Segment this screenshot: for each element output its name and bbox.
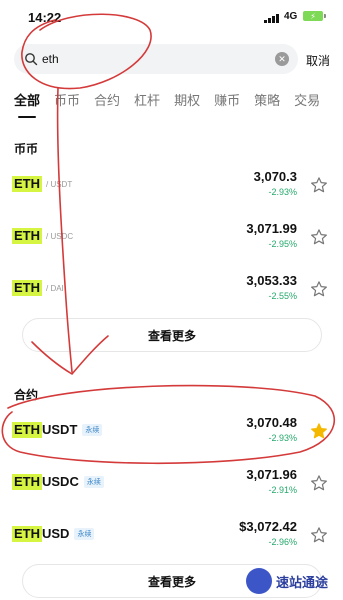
market-row[interactable]: ETH USD 永续 $3,072.42 -2.96% <box>0 514 343 558</box>
status-time: 14:22 <box>28 10 62 25</box>
market-row[interactable]: ETH USDC 永续 3,071.96 -2.91% <box>0 462 343 506</box>
price: 3,053.33 <box>246 273 297 288</box>
symbol-base: ETH <box>12 422 42 438</box>
clear-icon[interactable]: ✕ <box>275 52 289 66</box>
search-icon <box>25 53 38 66</box>
price: 3,071.96 <box>246 467 297 482</box>
price-change: -2.91% <box>268 485 297 495</box>
perpetual-badge: 永续 <box>74 528 95 540</box>
tab-trade[interactable]: 交易 <box>294 90 320 118</box>
price-change: -2.93% <box>268 433 297 443</box>
search-input[interactable] <box>42 49 262 69</box>
price-change: -2.96% <box>268 537 297 547</box>
price-change: -2.55% <box>268 291 297 301</box>
watermark: 速站通途 <box>246 568 328 594</box>
network-type: 4G <box>284 11 298 22</box>
symbol-base: ETH <box>12 228 42 244</box>
price: 3,070.3 <box>253 169 297 184</box>
symbol-base: ETH <box>12 526 42 542</box>
market-row[interactable]: ETH / USDT 3,070.3 -2.93% <box>0 164 343 208</box>
section-title-futures: 合约 <box>14 388 39 402</box>
symbol-quote: / DAI <box>46 283 64 293</box>
watermark-logo-icon <box>246 568 272 594</box>
status-bar: 14:22 4G ⚡ <box>0 0 343 36</box>
price-change: -2.95% <box>268 239 297 249</box>
star-icon[interactable] <box>310 422 328 440</box>
tab-strategy[interactable]: 策略 <box>254 90 280 118</box>
category-tabs: 全部 币币 合约 杠杆 期权 赚币 策略 交易 <box>0 90 343 118</box>
tab-earn[interactable]: 赚币 <box>214 90 240 118</box>
tab-spot[interactable]: 币币 <box>54 90 80 118</box>
tab-all[interactable]: 全部 <box>14 90 40 118</box>
symbol-base: ETH <box>12 474 42 490</box>
price: $3,072.42 <box>239 519 297 534</box>
price-change: -2.93% <box>268 187 297 197</box>
symbol-quote: USDT <box>42 422 78 437</box>
price: 3,071.99 <box>246 221 297 236</box>
symbol-quote: / USDT <box>46 179 73 189</box>
star-icon[interactable] <box>310 176 328 194</box>
search-bar[interactable]: ✕ <box>14 44 298 74</box>
market-row[interactable]: ETH USDT 永续 3,070.48 -2.93% <box>0 410 343 454</box>
view-more-spot-button[interactable]: 查看更多 <box>22 318 322 352</box>
battery-icon: ⚡ <box>303 11 326 21</box>
tab-futures[interactable]: 合约 <box>94 90 120 118</box>
perpetual-badge: 永续 <box>83 476 104 488</box>
market-row[interactable]: ETH / DAI 3,053.33 -2.55% <box>0 268 343 312</box>
star-icon[interactable] <box>310 526 328 544</box>
tab-options[interactable]: 期权 <box>174 90 200 118</box>
market-row[interactable]: ETH / USDC 3,071.99 -2.95% <box>0 216 343 260</box>
signal-icon <box>264 13 279 23</box>
symbol-quote: USDC <box>42 474 79 489</box>
star-icon[interactable] <box>310 474 328 492</box>
symbol-quote: USD <box>42 526 70 541</box>
section-title-spot: 币币 <box>14 142 39 156</box>
tab-margin[interactable]: 杠杆 <box>134 90 160 118</box>
star-icon[interactable] <box>310 228 328 246</box>
price: 3,070.48 <box>246 415 297 430</box>
cancel-button[interactable]: 取消 <box>306 52 330 69</box>
symbol-base: ETH <box>12 176 42 192</box>
symbol-quote: / USDC <box>46 231 74 241</box>
symbol-base: ETH <box>12 280 42 296</box>
perpetual-badge: 永续 <box>82 424 103 436</box>
watermark-text: 速站通途 <box>276 574 329 590</box>
star-icon[interactable] <box>310 280 328 298</box>
